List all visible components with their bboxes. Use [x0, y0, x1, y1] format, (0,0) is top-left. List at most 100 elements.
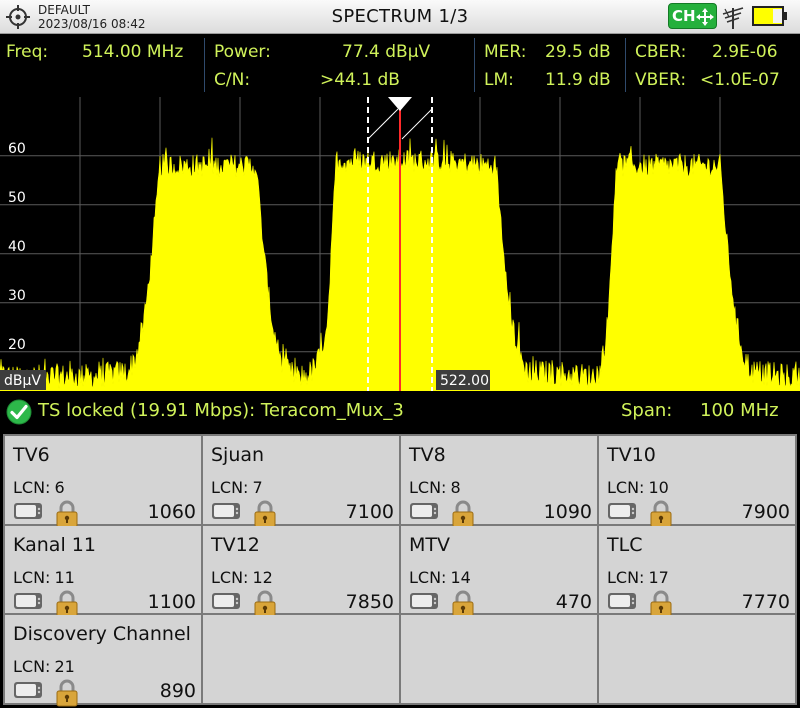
marker-frequency-label: 522.00 — [440, 373, 489, 389]
service-id: 1100 — [147, 590, 196, 613]
power-label: Power: — [214, 42, 271, 62]
service-name: TV12 — [211, 533, 260, 556]
service-card[interactable]: MTV LCN: 14 470 — [401, 525, 597, 618]
service-name: Kanal 11 — [13, 533, 96, 556]
span-value[interactable]: 100 MHz — [700, 400, 779, 421]
lcn-label: LCN: — [13, 567, 51, 587]
channel-window-diagonal — [401, 108, 433, 140]
lcn-field: LCN: 14 — [409, 568, 471, 587]
service-card[interactable]: TV6 LCN: 6 1060 — [5, 436, 201, 528]
lcn-label: LCN: — [211, 567, 249, 587]
padlock-icon — [55, 679, 79, 708]
tv-icon — [409, 592, 439, 614]
service-name: TV6 — [13, 444, 50, 466]
service-name: MTV — [409, 533, 450, 556]
checkmark-icon — [6, 399, 32, 425]
title-bar: DEFAULT 2023/08/16 08:42 SPECTRUM 1/3 CH — [0, 0, 800, 34]
y-tick-label: 20 — [8, 337, 26, 353]
y-tick-label: 30 — [8, 288, 26, 304]
tv-icon — [211, 592, 241, 614]
cn-value: >44.1 dB — [320, 70, 400, 90]
service-card[interactable]: TV10 LCN: 10 7900 — [599, 436, 795, 528]
battery-icon — [752, 6, 787, 26]
service-card[interactable]: TLC LCN: 17 7770 — [599, 525, 795, 618]
spectrum-svg: 60 50 40 30 20 522.00 dBµV — [0, 97, 800, 391]
channel-window-diagonal — [367, 108, 399, 140]
service-name: TLC — [607, 533, 643, 556]
lcn-label: LCN: — [409, 478, 447, 497]
power-value: 77.4 dBµV — [342, 42, 431, 62]
service-id: 7850 — [345, 590, 394, 613]
service-card[interactable]: Kanal 11 LCN: 11 1100 — [5, 525, 201, 618]
vber-label: VBER: — [635, 70, 687, 90]
lcn-field: LCN: 7 — [211, 478, 263, 497]
tv-icon — [13, 681, 43, 703]
service-id: 7770 — [741, 590, 790, 613]
y-tick-label: 40 — [8, 239, 26, 255]
antenna-icon — [722, 7, 744, 29]
service-name: Sjuan — [211, 444, 265, 466]
freq-label: Freq: — [6, 42, 49, 62]
lcn-number: 17 — [648, 567, 669, 587]
move-arrows-icon — [696, 8, 714, 26]
tv-icon — [409, 502, 439, 524]
service-card[interactable]: TV12 LCN: 12 7850 — [203, 525, 399, 618]
status-line: TS locked (19.91 Mbps): Teracom_Mux_3 Sp… — [0, 394, 800, 430]
service-name: Discovery Channel — [13, 623, 191, 646]
tv-icon — [211, 502, 241, 524]
cn-label: C/N: — [214, 70, 251, 90]
channel-mode-button[interactable]: CH — [668, 3, 717, 29]
service-id: 7100 — [345, 501, 394, 523]
service-id: 470 — [555, 590, 592, 613]
lcn-label: LCN: — [607, 478, 645, 497]
service-card[interactable]: Sjuan LCN: 7 7100 — [203, 436, 399, 528]
vber-value: <1.0E-07 — [700, 70, 780, 90]
lm-label: LM: — [484, 70, 514, 90]
empty-cell — [401, 615, 597, 703]
service-name: TV8 — [409, 444, 446, 466]
lcn-number: 8 — [450, 478, 461, 497]
y-tick-label: 60 — [8, 141, 26, 157]
lcn-label: LCN: — [211, 478, 249, 497]
mer-value: 29.5 dB — [545, 42, 611, 62]
measurement-panel: Freq: 514.00 MHz Power: 77.4 dBµV C/N: >… — [0, 35, 800, 97]
lcn-number: 14 — [450, 567, 471, 587]
span-label: Span: — [621, 400, 673, 421]
y-tick-label: 50 — [8, 190, 26, 206]
tv-icon — [13, 502, 43, 524]
service-card[interactable]: Discovery Channel LCN: 21 890 — [5, 615, 201, 707]
cber-label: CBER: — [635, 42, 687, 62]
tv-icon — [607, 502, 637, 524]
lcn-field: LCN: 12 — [211, 568, 273, 587]
lcn-number: 12 — [252, 567, 273, 587]
lcn-number: 6 — [54, 478, 65, 497]
divider — [625, 38, 626, 92]
tv-icon — [607, 592, 637, 614]
lcn-number: 7 — [252, 478, 263, 497]
lm-value: 11.9 dB — [545, 70, 611, 90]
lcn-label: LCN: — [13, 478, 51, 497]
ts-lock-status: TS locked (19.91 Mbps): Teracom_Mux_3 — [38, 400, 404, 421]
service-list: TV6 LCN: 6 1060 Sjuan LCN: 7 7100 TV8 LCN: 8 1090… — [3, 434, 797, 707]
service-id: 7900 — [741, 501, 790, 523]
tv-icon — [13, 592, 43, 614]
lcn-field: LCN: 11 — [13, 568, 75, 587]
lcn-field: LCN: 6 — [13, 478, 65, 497]
lcn-number: 21 — [54, 657, 75, 677]
lcn-number: 11 — [54, 567, 75, 587]
lcn-label: LCN: — [13, 657, 51, 677]
unit-label: dBµV — [4, 373, 41, 389]
service-id: 1060 — [147, 501, 196, 523]
service-card[interactable]: TV8 LCN: 8 1090 — [401, 436, 597, 528]
lcn-field: LCN: 17 — [607, 568, 669, 587]
lcn-label: LCN: — [409, 567, 447, 587]
lcn-label: LCN: — [607, 567, 645, 587]
lcn-field: LCN: 8 — [409, 478, 461, 497]
freq-value[interactable]: 514.00 MHz — [82, 42, 183, 62]
lcn-field: LCN: 10 — [607, 478, 669, 497]
service-name: TV10 — [607, 444, 656, 466]
lcn-number: 10 — [648, 478, 669, 497]
marker-triangle — [388, 97, 412, 111]
spectrum-plot[interactable]: 60 50 40 30 20 522.00 dBµV — [0, 97, 800, 391]
channel-mode-label: CH — [672, 7, 696, 25]
